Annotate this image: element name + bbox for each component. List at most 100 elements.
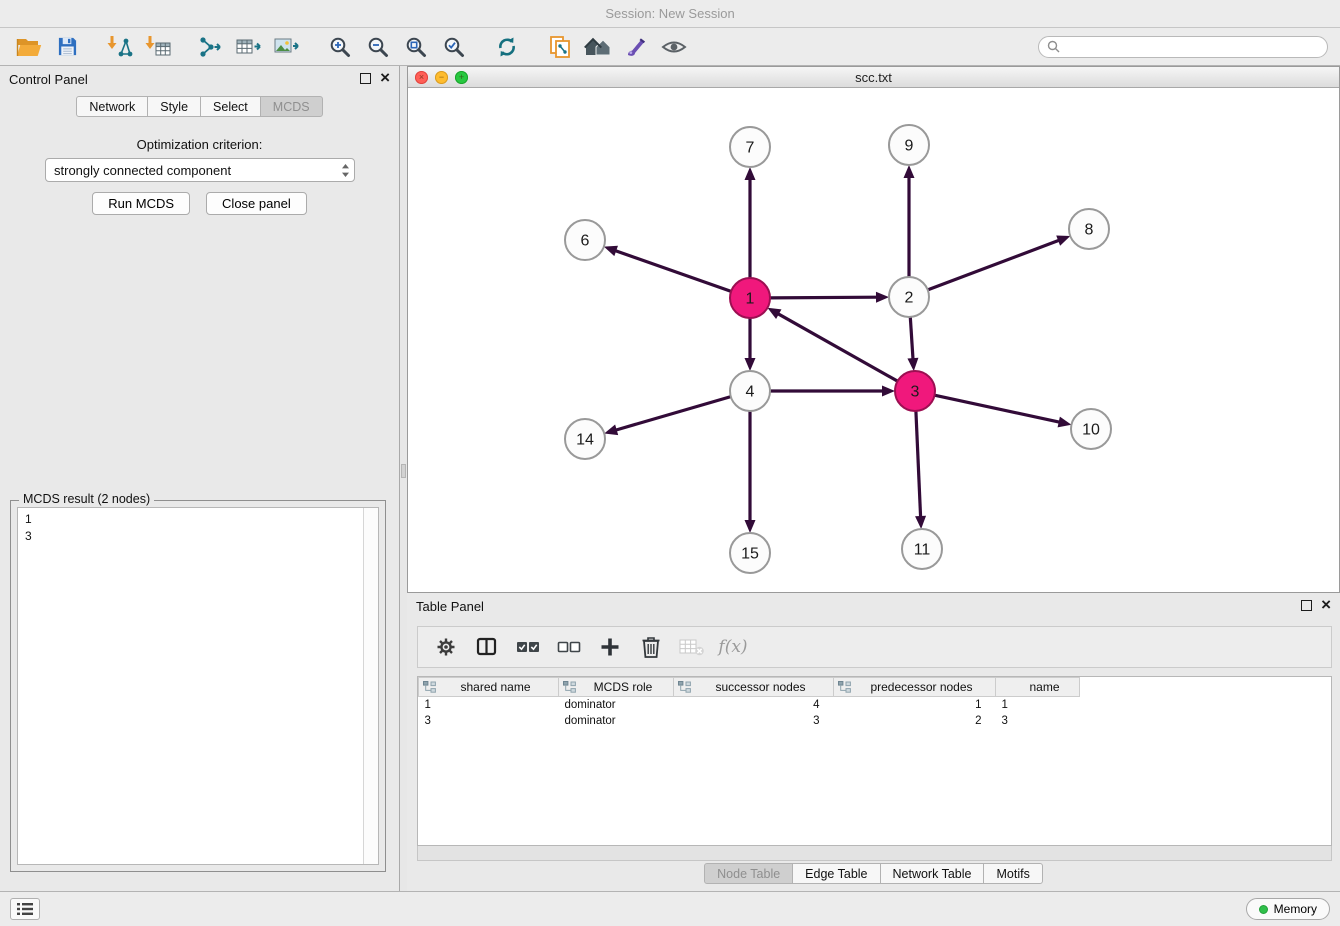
column-visibility-button[interactable] [473, 633, 501, 661]
import-table-icon [145, 35, 171, 59]
result-scrollbar[interactable] [363, 508, 378, 864]
zoom-selected-button[interactable] [435, 31, 473, 63]
memory-label: Memory [1274, 902, 1317, 916]
apply-style-button[interactable] [617, 31, 655, 63]
export-table-icon [236, 35, 262, 59]
show-graphics-details-button[interactable] [655, 31, 693, 63]
export-image-button[interactable] [268, 31, 306, 63]
deselect-all-rows-button[interactable] [555, 633, 583, 661]
tab-network-table[interactable]: Network Table [880, 863, 985, 884]
graph-node-label-8: 8 [1085, 222, 1094, 239]
import-table-button[interactable] [139, 31, 177, 63]
graph-node-label-9: 9 [905, 138, 914, 155]
save-icon [57, 36, 78, 57]
graph-edge-3-11[interactable] [916, 411, 921, 517]
panel-menu-button[interactable] [10, 898, 40, 920]
graph-node-label-11: 11 [914, 542, 931, 559]
cell-shared-name[interactable]: 3 [419, 713, 559, 729]
search-input[interactable] [1065, 40, 1319, 54]
graph-edge-3-10[interactable] [935, 395, 1060, 422]
graph-edge-1-2[interactable] [770, 297, 877, 298]
mcds-result-list[interactable]: 1 3 [17, 507, 379, 865]
mcds-result-group: MCDS result (2 nodes) 1 3 [10, 500, 386, 872]
graph-edge-3-1[interactable] [778, 314, 898, 382]
memory-button[interactable]: Memory [1246, 898, 1330, 920]
cell-mcds-role[interactable]: dominator [559, 713, 674, 729]
optimization-criterion-value: strongly connected component [54, 163, 231, 178]
network-graph[interactable]: 7968124314101511 [408, 88, 1339, 592]
graph-edge-2-8[interactable] [928, 240, 1059, 290]
plus-icon [599, 636, 621, 658]
graph-edge-2-3[interactable] [910, 317, 913, 359]
column-header-shared-name[interactable]: shared name [419, 678, 559, 697]
table-panel-close-button[interactable]: × [1321, 599, 1331, 611]
network-from-selection-button[interactable] [541, 31, 579, 63]
control-panel-float-button[interactable] [360, 73, 371, 84]
column-header-mcds-role[interactable]: MCDS role [559, 678, 674, 697]
tab-network[interactable]: Network [76, 96, 148, 117]
graph-node-label-4: 4 [746, 384, 755, 401]
delete-table-icon [679, 637, 705, 657]
table-horizontal-scrollbar[interactable] [417, 846, 1332, 861]
network-canvas[interactable]: 7968124314101511 [408, 88, 1339, 592]
graph-node-label-2: 2 [905, 290, 914, 307]
zoom-out-button[interactable] [359, 31, 397, 63]
add-column-button[interactable] [596, 633, 624, 661]
control-panel-title: Control Panel [9, 72, 88, 87]
open-session-button[interactable] [10, 31, 48, 63]
delete-table-button[interactable] [678, 633, 706, 661]
table-panel-float-button[interactable] [1301, 600, 1312, 611]
graph-edge-4-14[interactable] [616, 397, 731, 431]
cell-predecessor-nodes[interactable]: 1 [834, 697, 996, 713]
delete-column-button[interactable] [637, 633, 665, 661]
tab-style[interactable]: Style [147, 96, 201, 117]
graph-edge-1-6[interactable] [615, 251, 731, 292]
tab-motifs[interactable]: Motifs [983, 863, 1042, 884]
cell-successor-nodes[interactable]: 3 [674, 713, 834, 729]
import-network-icon [107, 35, 133, 59]
cell-name[interactable]: 3 [996, 713, 1080, 729]
window-close-button[interactable]: × [415, 71, 428, 84]
tab-edge-table[interactable]: Edge Table [792, 863, 880, 884]
export-image-icon [274, 35, 300, 59]
optimization-criterion-label: Optimization criterion: [0, 137, 399, 152]
column-header-name[interactable]: name [996, 678, 1080, 697]
apply-layout-button[interactable] [488, 31, 526, 63]
home-network-button[interactable] [579, 31, 617, 63]
node-table: shared name MCDS role succ [417, 676, 1332, 846]
network-window-title: scc.txt [855, 70, 892, 85]
import-network-button[interactable] [101, 31, 139, 63]
select-all-rows-button[interactable] [514, 633, 542, 661]
status-bar: Memory [0, 891, 1340, 926]
graph-node-label-10: 10 [1082, 422, 1100, 439]
splitter-handle[interactable] [401, 464, 406, 478]
column-header-successor-nodes[interactable]: successor nodes [674, 678, 834, 697]
cell-shared-name[interactable]: 1 [419, 697, 559, 713]
tab-mcds[interactable]: MCDS [260, 96, 323, 117]
column-header-predecessor-nodes[interactable]: predecessor nodes [834, 678, 996, 697]
zoom-in-button[interactable] [321, 31, 359, 63]
export-network-button[interactable] [192, 31, 230, 63]
run-mcds-button[interactable]: Run MCDS [92, 192, 190, 215]
optimization-criterion-select[interactable]: strongly connected component [45, 158, 355, 182]
tab-select[interactable]: Select [200, 96, 261, 117]
window-zoom-button[interactable]: + [455, 71, 468, 84]
tab-node-table[interactable]: Node Table [704, 863, 793, 884]
cell-name[interactable]: 1 [996, 697, 1080, 713]
cell-successor-nodes[interactable]: 4 [674, 697, 834, 713]
open-folder-icon [16, 36, 42, 58]
table-row: 1 dominator 4 1 1 [419, 697, 1080, 713]
function-builder-button[interactable]: f(x) [719, 633, 747, 661]
cell-mcds-role[interactable]: dominator [559, 697, 674, 713]
export-table-button[interactable] [230, 31, 268, 63]
control-panel-close-button[interactable]: × [380, 72, 390, 84]
table-tabs: Node Table Edge Table Network Table Moti… [407, 863, 1340, 884]
table-settings-button[interactable] [432, 633, 460, 661]
zoom-fit-button[interactable] [397, 31, 435, 63]
zoom-fit-icon [404, 35, 428, 59]
cell-predecessor-nodes[interactable]: 2 [834, 713, 996, 729]
save-session-button[interactable] [48, 31, 86, 63]
search-field[interactable] [1038, 36, 1328, 58]
close-panel-button[interactable]: Close panel [206, 192, 307, 215]
window-minimize-button[interactable]: − [435, 71, 448, 84]
